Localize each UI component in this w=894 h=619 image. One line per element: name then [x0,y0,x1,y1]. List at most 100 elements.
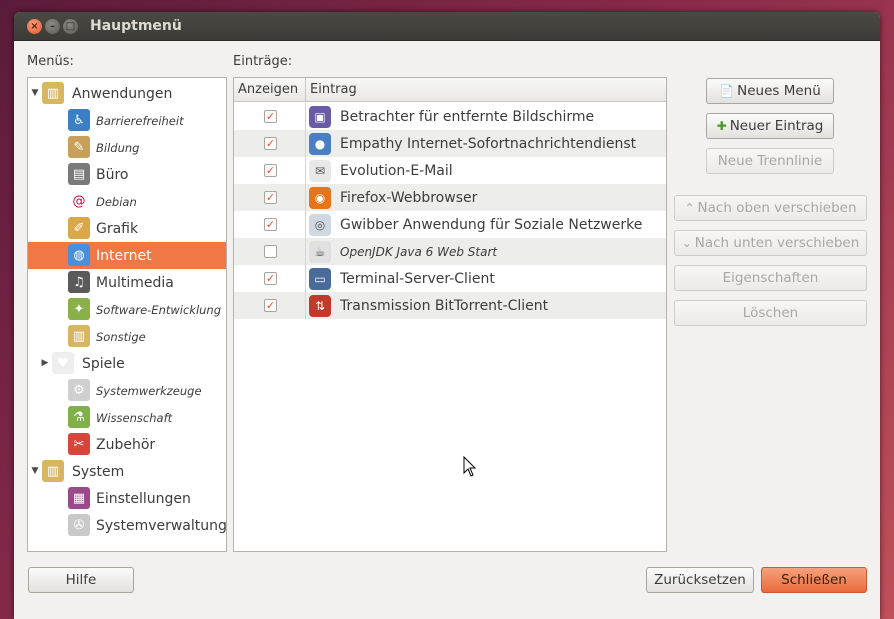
entry-label: Transmission BitTorrent-Client [340,297,549,314]
menu-tree-item-label: Büro [96,166,129,183]
new-document-icon: 📄 [719,84,735,98]
column-divider [305,103,306,130]
entry-label: Gwibber Anwendung für Soziale Netzwerke [340,216,643,233]
menu-tree-item[interactable]: ♿ Barrierefreiheit [28,107,226,134]
system-tools-gear-icon: ⚙ [68,379,90,401]
menu-tree-item[interactable]: ▦ Einstellungen [28,485,226,512]
show-checkbox[interactable]: ✓ [264,137,277,150]
menu-tree-item[interactable]: ▼ ▥ System [28,458,226,485]
menu-tree-item-label: Multimedia [96,274,174,291]
menu-tree-item[interactable]: ⚗ Wissenschaft [28,404,226,431]
column-header-show[interactable]: Anzeigen [234,78,306,102]
expander-closed-icon[interactable]: ▶ [40,358,50,368]
table-row[interactable]: ✓ ● Empathy Internet-Sofortnachrichtendien… [234,130,666,157]
delete-label: Löschen [742,305,799,321]
administration-icon: ✇ [68,514,90,536]
column-divider [305,238,306,265]
close-label: Schließen [781,572,847,588]
show-checkbox[interactable]: ✓ [264,110,277,123]
gwibber-icon: ◎ [309,213,331,236]
empathy-chat-icon: ● [309,132,331,155]
menu-tree-item-label: Software-Entwicklung [96,302,222,317]
new-entry-label: Neuer Eintrag [729,118,824,134]
move-up-button[interactable]: ⌃ Nach oben verschieben [674,195,867,221]
menu-tree-item[interactable]: ✐ Grafik [28,215,226,242]
graphics-icon: ✐ [68,217,90,239]
column-divider [305,157,306,184]
entry-label: Empathy Internet-Sofortnachrichtendienst [340,135,637,152]
expander-open-icon[interactable]: ▼ [30,88,40,98]
move-down-label: Nach unten verschieben [694,235,860,251]
show-checkbox[interactable]: ✓ [264,218,277,231]
playing-cards-icon: ♥ [52,352,74,374]
menu-tree-item[interactable]: ◍ Internet [28,242,226,269]
menu-tree-item[interactable]: @ Debian [28,188,226,215]
entry-label: OpenJDK Java 6 Web Start [340,244,498,259]
menu-tree-item[interactable]: ✦ Software-Entwicklung [28,296,226,323]
accessories-knife-icon: ✂ [68,433,90,455]
menu-tree-item[interactable]: ✇ Systemverwaltung [28,512,227,539]
help-button[interactable]: Hilfe [28,567,134,593]
column-divider [305,211,306,238]
menu-tree-item[interactable]: ⚙ Systemwerkzeuge [28,377,226,404]
table-row[interactable]: ✓ ◉ Firefox-Webbrowser [234,184,666,211]
show-checkbox[interactable] [264,245,277,258]
entry-label: Betrachter für entfernte Bildschirme [340,108,595,125]
table-row[interactable]: ✓ ⇅ Transmission BitTorrent-Client [234,292,666,319]
menu-tree-item-label: Systemwerkzeuge [96,383,202,398]
office-icon: ▤ [68,163,90,185]
new-menu-button[interactable]: 📄 Neues Menü [706,78,834,104]
revert-button[interactable]: Zurücksetzen [646,567,754,593]
menu-tree-item-label: Systemverwaltung [96,517,227,534]
entry-label: Terminal-Server-Client [340,270,495,287]
menu-tree-item[interactable]: ▼ ▥ Anwendungen [28,80,226,107]
show-checkbox[interactable]: ✓ [264,299,277,312]
table-row[interactable]: ✓ ✉ Evolution-E-Mail [234,157,666,184]
menu-tree: ▼ ▥ Anwendungen ♿ Barrierefreiheit ✎ Bildung ▤ B… [27,77,227,552]
preferences-icon: ▦ [68,487,90,509]
new-menu-label: Neues Menü [737,83,821,99]
table-row[interactable]: ✓ ◎ Gwibber Anwendung für Soziale Netzwerk… [234,211,666,238]
window-maximize-icon[interactable]: □ [63,19,78,34]
show-checkbox[interactable]: ✓ [264,191,277,204]
properties-button[interactable]: Eigenschaften [674,265,867,291]
window-title: Hauptmenü [90,18,182,34]
menu-tree-item[interactable]: ✂ Zubehör [28,431,226,458]
menu-tree-item[interactable]: ▥ Sonstige [28,323,226,350]
menu-tree-item[interactable]: ✎ Bildung [28,134,226,161]
terminal-server-icon: ▭ [309,267,331,290]
show-checkbox[interactable]: ✓ [264,164,277,177]
table-row[interactable]: ☕ OpenJDK Java 6 Web Start [234,238,666,265]
window-close-icon[interactable]: × [27,19,42,34]
column-header-entry[interactable]: Eintrag [306,78,666,102]
science-flasks-icon: ⚗ [68,406,90,428]
delete-button[interactable]: Löschen [674,300,867,326]
menu-tree-item[interactable]: ▤ Büro [28,161,226,188]
menu-tree-item-label: Zubehör [96,436,156,453]
other-folder-icon: ▥ [68,325,90,347]
expander-open-icon[interactable]: ▼ [30,466,40,476]
new-entry-button[interactable]: ✚ Neuer Eintrag [706,113,834,139]
menu-tree-item-label: Wissenschaft [96,410,173,425]
add-icon: ✚ [716,119,727,133]
development-icon: ✦ [68,298,90,320]
menu-tree-item[interactable]: ▶ ♥ Spiele [28,350,226,377]
table-row[interactable]: ✓ ▣ Betrachter für entfernte Bildschirme [234,103,666,130]
table-row[interactable]: ✓ ▭ Terminal-Server-Client [234,265,666,292]
show-checkbox[interactable]: ✓ [264,272,277,285]
column-divider [305,184,306,211]
titlebar[interactable]: × – □ Hauptmenü [14,12,880,41]
menu-tree-item-label: Debian [96,194,137,209]
remote-desktop-icon: ▣ [309,105,331,128]
menu-tree-item-label: Grafik [96,220,139,237]
entry-label: Evolution-E-Mail [340,162,453,179]
close-button[interactable]: Schließen [761,567,867,593]
multimedia-icon: ♫ [68,271,90,293]
new-separator-label: Neue Trennlinie [717,153,823,169]
column-divider [305,130,306,157]
menu-tree-item[interactable]: ♫ Multimedia [28,269,226,296]
help-label: Hilfe [65,572,97,588]
move-down-button[interactable]: ⌄ Nach unten verschieben [674,230,867,256]
new-separator-button[interactable]: Neue Trennlinie [706,148,834,174]
window-minimize-icon[interactable]: – [45,19,60,34]
